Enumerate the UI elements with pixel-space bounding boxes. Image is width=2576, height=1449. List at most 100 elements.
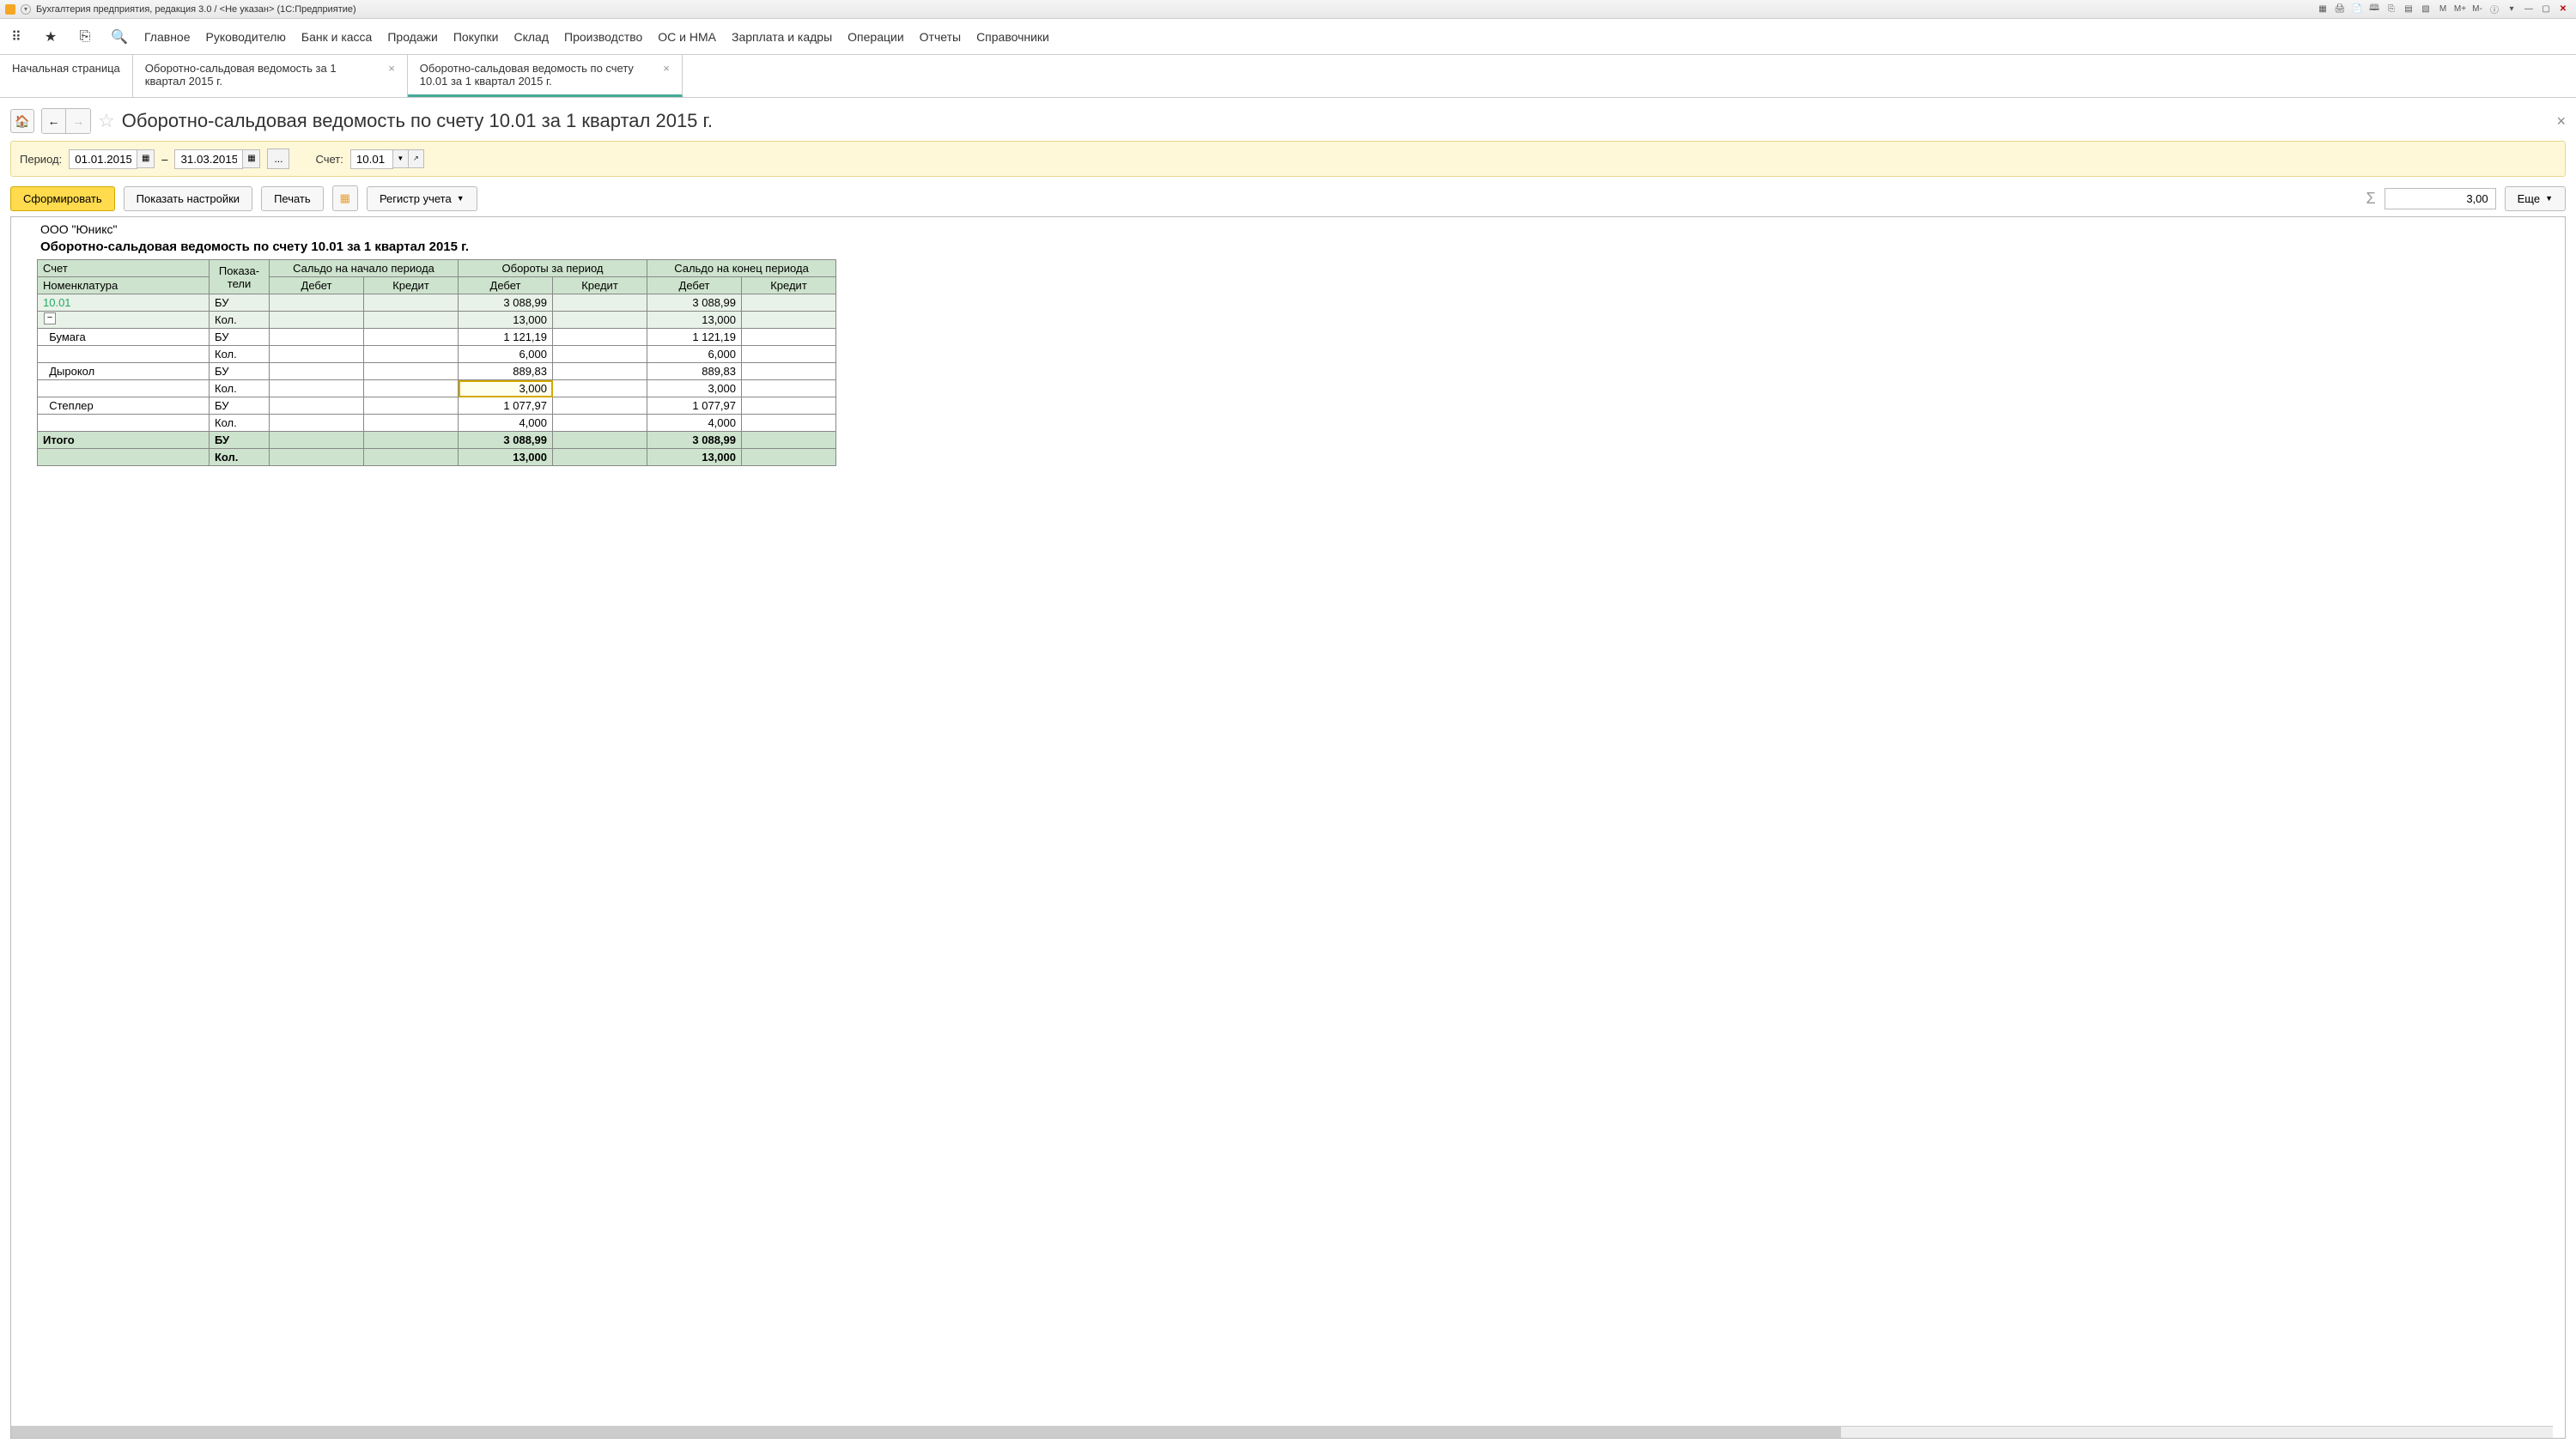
account-input[interactable] <box>350 149 393 169</box>
table-cell[interactable] <box>553 346 647 363</box>
titlebar-tool-1-icon[interactable]: ▦ <box>2315 3 2330 16</box>
table-cell[interactable]: Кол. <box>210 449 270 466</box>
table-cell[interactable] <box>270 363 364 380</box>
table-cell[interactable]: БУ <box>210 397 270 415</box>
titlebar-dropdown-icon[interactable]: ▾ <box>21 4 31 15</box>
menu-warehouse[interactable]: Склад <box>513 30 549 44</box>
table-cell[interactable] <box>38 312 210 329</box>
table-cell[interactable] <box>742 380 836 397</box>
table-cell[interactable]: 3 088,99 <box>459 432 553 449</box>
table-cell[interactable]: 3,000 <box>459 380 553 397</box>
date-to-input[interactable] <box>174 149 243 169</box>
tab-osv-account[interactable]: Оборотно-сальдовая ведомость по счету 10… <box>408 55 683 97</box>
table-cell[interactable]: БУ <box>210 363 270 380</box>
table-cell[interactable] <box>742 397 836 415</box>
table-cell[interactable]: 3 088,99 <box>647 294 742 312</box>
sum-input[interactable] <box>2385 188 2496 209</box>
tab-close-icon[interactable]: × <box>663 62 670 75</box>
table-cell[interactable] <box>742 449 836 466</box>
search-icon[interactable]: 🔍 <box>110 27 129 46</box>
mem-mplus[interactable]: M+ <box>2452 3 2468 16</box>
star-icon[interactable]: ★ <box>41 27 60 46</box>
close-button[interactable]: ✕ <box>2555 3 2571 16</box>
table-cell[interactable]: БУ <box>210 432 270 449</box>
table-cell[interactable] <box>38 415 210 432</box>
table-cell[interactable]: 889,83 <box>647 363 742 380</box>
table-cell[interactable]: Бумага <box>38 329 210 346</box>
page-close-icon[interactable]: × <box>2556 112 2566 130</box>
table-cell[interactable] <box>364 312 459 329</box>
titlebar-tool-5-icon[interactable]: ⎘ <box>2384 3 2399 16</box>
table-row[interactable]: Кол.6,0006,000 <box>38 346 836 363</box>
table-cell[interactable]: Кол. <box>210 312 270 329</box>
table-cell[interactable] <box>364 415 459 432</box>
date-from-input[interactable] <box>69 149 137 169</box>
info-dd-icon[interactable]: ▾ <box>2504 3 2519 16</box>
table-cell[interactable]: 889,83 <box>459 363 553 380</box>
table-cell[interactable]: Степлер <box>38 397 210 415</box>
table-cell[interactable] <box>742 346 836 363</box>
titlebar-tool-4-icon[interactable]: 🕮 <box>2366 3 2382 16</box>
menu-reports[interactable]: Отчеты <box>920 30 961 44</box>
titlebar-tool-2-icon[interactable]: 🖨 <box>2332 3 2348 16</box>
menu-manager[interactable]: Руководителю <box>206 30 286 44</box>
table-cell[interactable] <box>364 432 459 449</box>
table-row[interactable]: Кол.4,0004,000 <box>38 415 836 432</box>
table-cell[interactable]: 13,000 <box>459 312 553 329</box>
table-cell[interactable] <box>553 397 647 415</box>
back-button[interactable]: ← <box>42 109 66 133</box>
table-cell[interactable]: 1 121,19 <box>459 329 553 346</box>
table-cell[interactable]: 6,000 <box>647 346 742 363</box>
table-cell[interactable]: 10.01 <box>38 294 210 312</box>
table-cell[interactable]: 3 088,99 <box>647 432 742 449</box>
table-row[interactable]: ИтогоБУ3 088,993 088,99 <box>38 432 836 449</box>
menu-directories[interactable]: Справочники <box>976 30 1049 44</box>
table-cell[interactable] <box>270 432 364 449</box>
table-cell[interactable]: 3,000 <box>647 380 742 397</box>
table-cell[interactable] <box>270 312 364 329</box>
table-cell[interactable]: Дырокол <box>38 363 210 380</box>
show-settings-button[interactable]: Показать настройки <box>124 186 252 211</box>
clipboard-icon[interactable]: ⎘ <box>76 27 94 46</box>
menu-bank[interactable]: Банк и касса <box>301 30 372 44</box>
favorite-star-icon[interactable]: ☆ <box>98 110 115 132</box>
calendar-from-icon[interactable]: ▦ <box>137 149 155 168</box>
table-cell[interactable]: 1 077,97 <box>459 397 553 415</box>
table-cell[interactable]: 6,000 <box>459 346 553 363</box>
table-cell[interactable]: 3 088,99 <box>459 294 553 312</box>
table-row[interactable]: СтеплерБУ 1 077,97 1 077,97 <box>38 397 836 415</box>
table-row[interactable]: ДыроколБУ 889,83 889,83 <box>38 363 836 380</box>
menu-salary[interactable]: Зарплата и кадры <box>732 30 832 44</box>
table-cell[interactable] <box>553 415 647 432</box>
table-row[interactable]: Кол.13,00013,000 <box>38 449 836 466</box>
report-table[interactable]: Счет Показа- тели Сальдо на начало перио… <box>37 259 836 466</box>
tab-start-page[interactable]: Начальная страница <box>0 55 133 97</box>
table-cell[interactable] <box>742 432 836 449</box>
table-cell[interactable] <box>270 415 364 432</box>
table-row[interactable]: Кол.3,0003,000 <box>38 380 836 397</box>
table-cell[interactable] <box>364 329 459 346</box>
table-cell[interactable] <box>364 380 459 397</box>
table-cell[interactable]: 1 077,97 <box>647 397 742 415</box>
table-cell[interactable]: 13,000 <box>459 449 553 466</box>
table-cell[interactable] <box>270 380 364 397</box>
save-file-button[interactable]: ▦ <box>332 185 358 211</box>
tab-osv[interactable]: Оборотно-сальдовая ведомость за 1 кварта… <box>133 55 408 97</box>
maximize-button[interactable]: ▢ <box>2538 3 2554 16</box>
table-cell[interactable] <box>364 363 459 380</box>
collapse-icon[interactable]: − <box>44 312 56 324</box>
register-button[interactable]: Регистр учета ▼ <box>367 186 477 211</box>
table-cell[interactable] <box>553 363 647 380</box>
table-row[interactable]: БумагаБУ1 121,191 121,19 <box>38 329 836 346</box>
table-cell[interactable]: 13,000 <box>647 312 742 329</box>
menu-purchases[interactable]: Покупки <box>453 30 499 44</box>
table-cell[interactable] <box>553 294 647 312</box>
table-cell[interactable] <box>553 432 647 449</box>
table-cell[interactable] <box>742 363 836 380</box>
titlebar-tool-7-icon[interactable]: ▧ <box>2418 3 2433 16</box>
table-cell[interactable]: 4,000 <box>459 415 553 432</box>
mem-m[interactable]: M <box>2435 3 2451 16</box>
tab-close-icon[interactable]: × <box>388 62 395 75</box>
period-picker-button[interactable]: ... <box>267 149 289 169</box>
table-cell[interactable] <box>38 380 210 397</box>
